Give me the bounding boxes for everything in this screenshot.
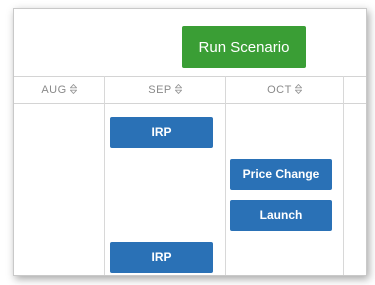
sort-up-down-icon	[69, 84, 77, 94]
column-label: SEP	[148, 84, 172, 96]
toolbar: Run Scenario	[14, 9, 366, 76]
event-irp[interactable]: IRP	[110, 117, 213, 148]
column-header-sep[interactable]: SEP	[105, 77, 225, 103]
event-launch[interactable]: Launch	[230, 200, 332, 231]
event-irp[interactable]: IRP	[110, 242, 213, 273]
sort-up-down-icon	[174, 84, 182, 94]
column-label: OCT	[267, 84, 292, 96]
column-header-aug[interactable]: AUG	[14, 77, 104, 103]
column-divider	[104, 76, 105, 275]
column-header-oct[interactable]: OCT	[226, 77, 343, 103]
column-divider	[343, 76, 344, 275]
timeline-panel: Run Scenario AUG SEP OCT IRP Price Chang…	[13, 8, 367, 276]
column-label: AUG	[41, 84, 67, 96]
column-divider	[225, 76, 226, 275]
month-header-row: AUG SEP OCT	[14, 76, 366, 104]
sort-up-down-icon	[294, 84, 302, 94]
run-scenario-button[interactable]: Run Scenario	[182, 26, 306, 68]
event-price-change[interactable]: Price Change	[230, 159, 332, 190]
